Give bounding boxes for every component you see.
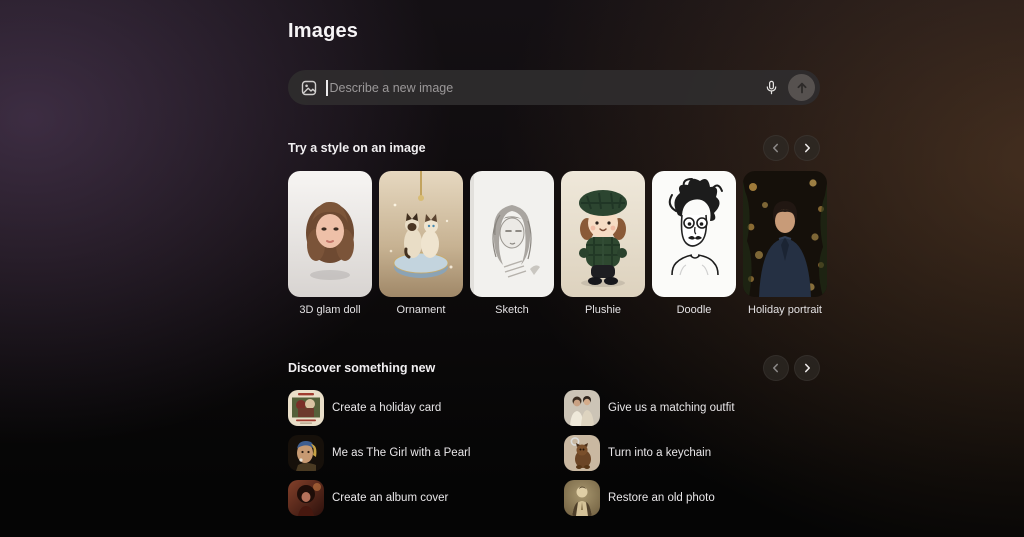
discover-item-label: Turn into a keychain: [608, 447, 711, 459]
discover-item-keychain[interactable]: Turn into a keychain: [564, 435, 735, 471]
3d-glam-doll-image: [288, 171, 372, 297]
style-card-label: Sketch: [470, 304, 554, 316]
style-card-label: Ornament: [379, 304, 463, 316]
discover-item-matching-outfit[interactable]: Give us a matching outfit: [564, 390, 735, 426]
discover-item-label: Give us a matching outfit: [608, 402, 735, 414]
discover-item-label: Create a holiday card: [332, 402, 441, 414]
chevron-left-icon: [771, 363, 781, 373]
microphone-icon: [764, 80, 779, 95]
holiday-card-thumbnail: [288, 390, 324, 426]
styles-prev-button[interactable]: [763, 135, 789, 161]
styles-next-button[interactable]: [794, 135, 820, 161]
style-card-doodle[interactable]: Doodle: [652, 171, 736, 316]
girl-with-pearl-thumbnail: [288, 435, 324, 471]
discover-column-1: Create a holiday card Me as The Girl wit…: [288, 390, 564, 516]
style-card-ornament[interactable]: Ornament: [379, 171, 463, 316]
style-card-label: 3D glam doll: [288, 304, 372, 316]
discover-next-button[interactable]: [794, 355, 820, 381]
discover-prev-button[interactable]: [763, 355, 789, 381]
style-section-header: Try a style on an image: [288, 135, 820, 161]
style-section-title: Try a style on an image: [288, 141, 426, 155]
sketch-image: [470, 171, 554, 297]
doodle-image: [652, 171, 736, 297]
chevron-left-icon: [771, 143, 781, 153]
discover-item-restore-photo[interactable]: Restore an old photo: [564, 480, 735, 516]
discover-column-2: Give us a matching outfit Turn into a: [564, 390, 735, 516]
holiday-portrait-image: [743, 171, 827, 297]
style-card-label: Holiday portrait: [743, 304, 827, 316]
arrow-up-icon: [795, 81, 809, 95]
style-card-label: Plushie: [561, 304, 645, 316]
discover-item-girl-with-pearl[interactable]: Me as The Girl with a Pearl: [288, 435, 564, 471]
matching-outfit-thumbnail: [564, 390, 600, 426]
discover-item-label: Restore an old photo: [608, 492, 715, 504]
style-card-holiday-portrait[interactable]: Holiday portrait: [743, 171, 827, 316]
style-card-label: Doodle: [652, 304, 736, 316]
discover-section-header: Discover something new: [288, 355, 820, 381]
style-card-sketch[interactable]: Sketch: [470, 171, 554, 316]
microphone-button[interactable]: [757, 74, 785, 102]
chevron-right-icon: [802, 363, 812, 373]
discover-section-title: Discover something new: [288, 361, 435, 375]
discover-grid: Create a holiday card Me as The Girl wit…: [288, 390, 828, 516]
style-card-3d-glam-doll[interactable]: 3D glam doll: [288, 171, 372, 316]
send-button[interactable]: [788, 74, 815, 101]
prompt-bar[interactable]: [288, 70, 820, 105]
image-icon: [301, 80, 317, 96]
text-caret: [326, 80, 328, 96]
style-card-plushie[interactable]: Plushie: [561, 171, 645, 316]
images-page: Images Try a style on an: [0, 0, 1024, 537]
discover-item-album-cover[interactable]: Create an album cover: [288, 480, 564, 516]
discover-item-holiday-card[interactable]: Create a holiday card: [288, 390, 564, 426]
chevron-right-icon: [802, 143, 812, 153]
page-title: Images: [288, 20, 358, 43]
plushie-image: [561, 171, 645, 297]
discover-item-label: Create an album cover: [332, 492, 448, 504]
old-photo-thumbnail: [564, 480, 600, 516]
prompt-input[interactable]: [330, 81, 758, 95]
discover-item-label: Me as The Girl with a Pearl: [332, 447, 470, 459]
ornament-image: [379, 171, 463, 297]
keychain-thumbnail: [564, 435, 600, 471]
album-cover-thumbnail: [288, 480, 324, 516]
style-cards-carousel: 3D glam doll: [288, 171, 827, 316]
